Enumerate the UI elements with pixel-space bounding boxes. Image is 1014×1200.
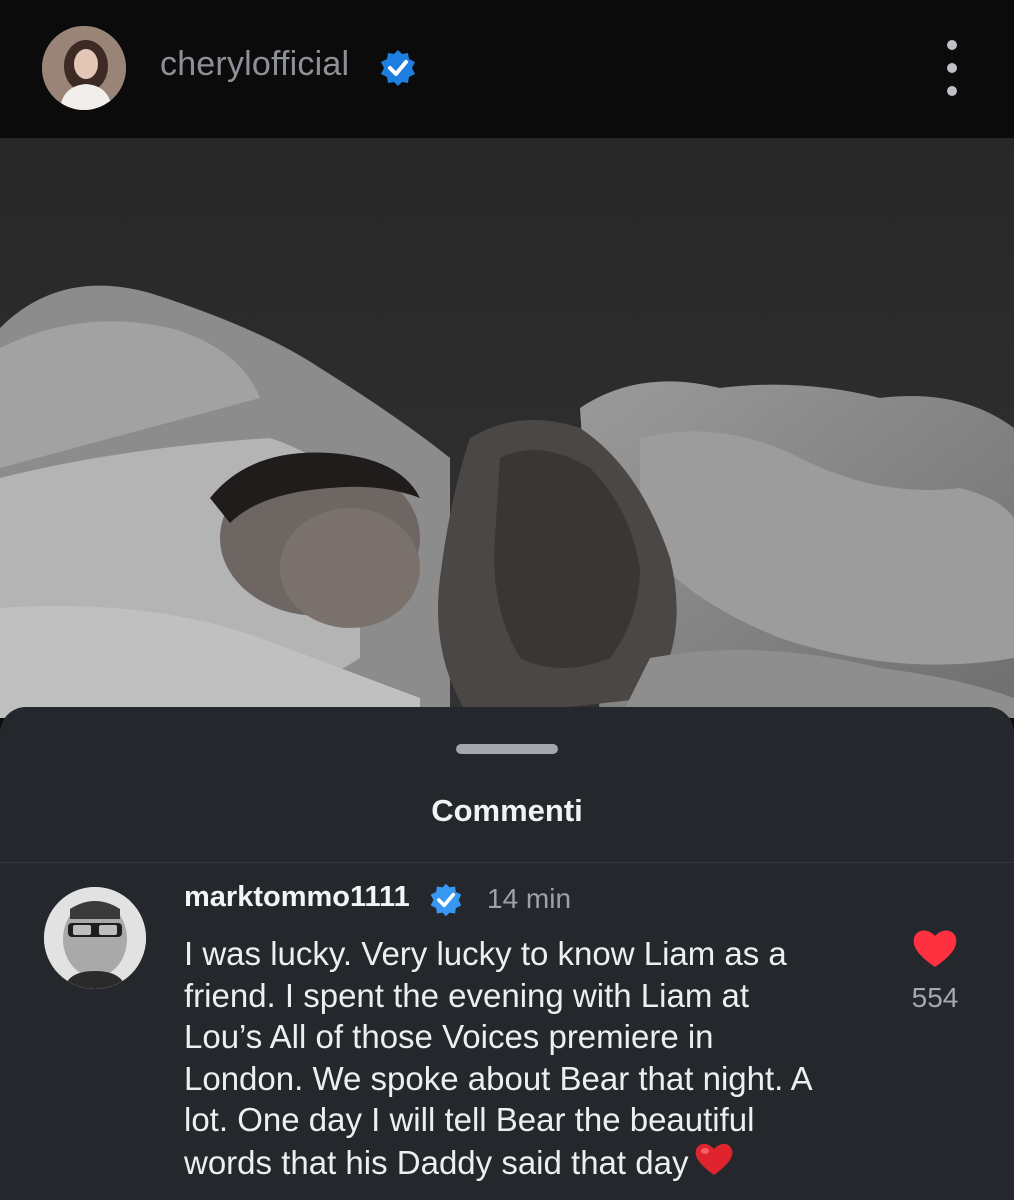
comment-text: I was lucky. Very lucky to know Liam as … [184, 933, 874, 1183]
comments-sheet: Commenti marktommo1111 14 min I was luck… [0, 707, 1014, 1200]
like-heart-icon[interactable] [912, 927, 958, 969]
post-username[interactable]: cherylofficial [160, 45, 349, 84]
post-photo [0, 138, 1014, 718]
like-count: 554 [911, 982, 959, 1013]
post-header: cherylofficial [0, 0, 1014, 138]
commenter-avatar[interactable] [44, 887, 146, 989]
profile-avatar[interactable] [42, 26, 126, 110]
verified-badge-icon [430, 883, 462, 917]
more-options-icon[interactable] [930, 40, 974, 96]
commenter-username[interactable]: marktommo1111 [184, 881, 410, 914]
sheet-drag-handle[interactable] [456, 744, 558, 754]
verified-badge-icon [381, 50, 415, 86]
comment-timestamp: 14 min [487, 883, 572, 914]
divider [0, 862, 1014, 863]
red-heart-emoji-icon [696, 1143, 733, 1175]
comments-title: Commenti [431, 793, 583, 828]
